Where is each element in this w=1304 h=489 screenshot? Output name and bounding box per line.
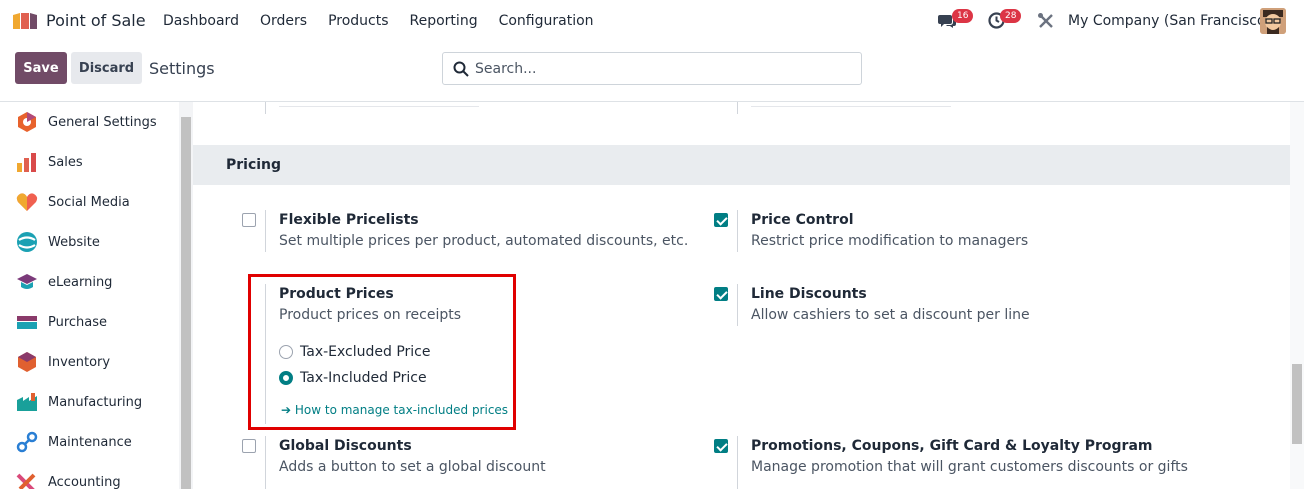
user-avatar[interactable] (1260, 8, 1286, 34)
company-switcher[interactable]: My Company (San Francisco) (1068, 13, 1271, 29)
menu-dashboard[interactable]: Dashboard (163, 13, 239, 29)
divider (737, 210, 738, 252)
price-control-title: Price Control (751, 212, 854, 228)
price-control-desc: Restrict price modification to managers (751, 233, 1029, 249)
line-discounts-desc: Allow cashiers to set a discount per lin… (751, 307, 1030, 323)
activity-count-badge: 28 (1000, 9, 1022, 23)
sidebar-item-label: Sales (48, 154, 83, 170)
sidebar-item-inventory[interactable]: Inventory (0, 342, 178, 382)
price-control-checkbox[interactable] (714, 213, 728, 227)
elearning-icon (17, 274, 37, 289)
sidebar-item-label: General Settings (48, 114, 157, 130)
global-discounts-title: Global Discounts (279, 438, 412, 454)
control-panel: Save Discard Settings (0, 42, 1304, 102)
divider (737, 284, 738, 326)
top-navbar: Point of Sale Dashboard Orders Products … (0, 0, 1304, 42)
menu-products[interactable]: Products (328, 13, 388, 29)
sidebar-item-social-media[interactable]: Social Media (0, 182, 178, 222)
sidebar-item-accounting[interactable]: Accounting (0, 462, 178, 489)
menu-configuration[interactable]: Configuration (499, 13, 594, 29)
flexible-pricelists-desc: Set multiple prices per product, automat… (279, 233, 689, 249)
section-title: Pricing (226, 157, 282, 173)
line-discounts-title: Line Discounts (751, 286, 867, 302)
promotions-desc: Manage promotion that will grant custome… (751, 459, 1188, 475)
manufacturing-icon (17, 393, 37, 411)
general-settings-icon (18, 112, 36, 132)
avatar-face-icon (1260, 8, 1286, 34)
divider (265, 436, 266, 489)
divider (279, 106, 479, 107)
promotions-checkbox[interactable] (714, 439, 728, 453)
save-button[interactable]: Save (15, 52, 67, 84)
divider (737, 436, 738, 489)
sidebar-item-label: Maintenance (48, 434, 132, 450)
flexible-pricelists-title: Flexible Pricelists (279, 212, 419, 228)
inventory-icon (18, 352, 36, 372)
sidebar-item-label: Inventory (48, 354, 111, 370)
search-icon (453, 61, 469, 77)
social-media-icon (16, 193, 38, 211)
point-of-sale-logo-icon[interactable] (12, 11, 38, 31)
sidebar-item-manufacturing[interactable]: Manufacturing (0, 382, 178, 422)
sidebar-item-maintenance[interactable]: Maintenance (0, 422, 178, 462)
pricing-section-header: Pricing (193, 145, 1290, 185)
divider (265, 102, 266, 114)
sidebar-item-sales[interactable]: Sales (0, 142, 178, 182)
sidebar-item-label: eLearning (48, 274, 113, 290)
discard-button[interactable]: Discard (71, 52, 142, 84)
search-box[interactable] (442, 52, 862, 85)
page-title: Settings (149, 59, 215, 78)
search-input[interactable] (475, 59, 845, 79)
accounting-icon (16, 473, 36, 489)
sidebar-item-label: Social Media (48, 194, 130, 210)
website-icon (17, 232, 37, 252)
divider (737, 102, 738, 114)
flexible-pricelists-checkbox[interactable] (242, 213, 256, 227)
sidebar-item-label: Manufacturing (48, 394, 143, 410)
sales-icon (17, 153, 36, 172)
sidebar-item-purchase[interactable]: Purchase (0, 302, 178, 342)
app-name[interactable]: Point of Sale (46, 11, 146, 30)
sidebar-item-label: Accounting (48, 474, 121, 489)
tools-icon[interactable] (1037, 12, 1055, 30)
line-discounts-checkbox[interactable] (714, 287, 728, 301)
sidebar-item-general-settings[interactable]: General Settings (0, 102, 178, 142)
purchase-icon (17, 316, 37, 329)
menu-reporting[interactable]: Reporting (410, 13, 478, 29)
main-scroll-thumb[interactable] (1292, 364, 1302, 444)
divider (751, 106, 951, 107)
global-discounts-checkbox[interactable] (242, 439, 256, 453)
chat-count-badge: 16 (952, 9, 974, 23)
maintenance-icon (16, 431, 38, 453)
product-prices-highlight-box (248, 274, 516, 430)
menu-orders[interactable]: Orders (260, 13, 307, 29)
sidebar-item-website[interactable]: Website (0, 222, 178, 262)
divider (265, 210, 266, 252)
main-menu: Dashboard Orders Products Reporting Conf… (163, 13, 615, 29)
sidebar-scroll-thumb[interactable] (181, 117, 191, 489)
promotions-title: Promotions, Coupons, Gift Card & Loyalty… (751, 438, 1153, 454)
sidebar-item-elearning[interactable]: eLearning (0, 262, 178, 302)
sidebar-item-label: Website (48, 234, 100, 250)
sidebar-item-label: Purchase (48, 314, 108, 330)
global-discounts-desc: Adds a button to set a global discount (279, 459, 546, 475)
settings-sidebar: General Settings Sales Social Media Webs… (0, 102, 193, 489)
